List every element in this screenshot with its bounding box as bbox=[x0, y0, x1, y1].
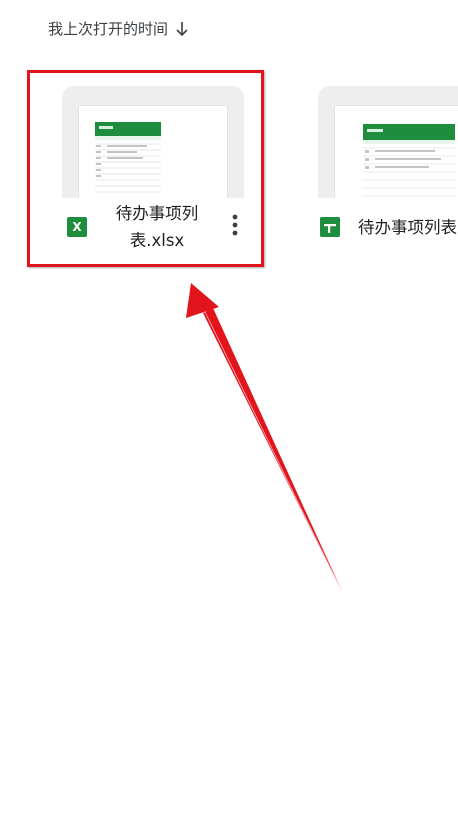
sort-control[interactable]: 我上次打开的时间 bbox=[48, 18, 189, 39]
spreadsheet-preview-icon bbox=[335, 106, 458, 198]
file-name[interactable]: 待办事项列表 bbox=[358, 214, 458, 241]
excel-icon-letter: X bbox=[72, 220, 82, 234]
file-thumbnail[interactable] bbox=[318, 86, 458, 198]
file-name-line-2: 表.xlsx bbox=[129, 231, 185, 250]
more-options-icon[interactable] bbox=[228, 212, 242, 238]
file-thumbnail[interactable] bbox=[62, 86, 244, 198]
file-card[interactable]: X 待办事项列 表.xlsx bbox=[62, 86, 244, 250]
excel-icon: X bbox=[67, 217, 87, 237]
spreadsheet-preview-icon bbox=[79, 106, 227, 198]
sort-label: 我上次打开的时间 bbox=[48, 20, 169, 38]
file-name-line-1: 待办事项列 bbox=[115, 204, 199, 223]
file-card[interactable]: 待办事项列表 bbox=[318, 86, 458, 237]
file-name[interactable]: 待办事项列 表.xlsx bbox=[102, 200, 212, 254]
file-browser-page: 我上次打开的时间 X 待办事项列 表.xlsx 待办事项列表 bbox=[0, 0, 458, 820]
google-sheets-icon bbox=[320, 217, 340, 237]
arrow-down-icon bbox=[176, 21, 188, 36]
